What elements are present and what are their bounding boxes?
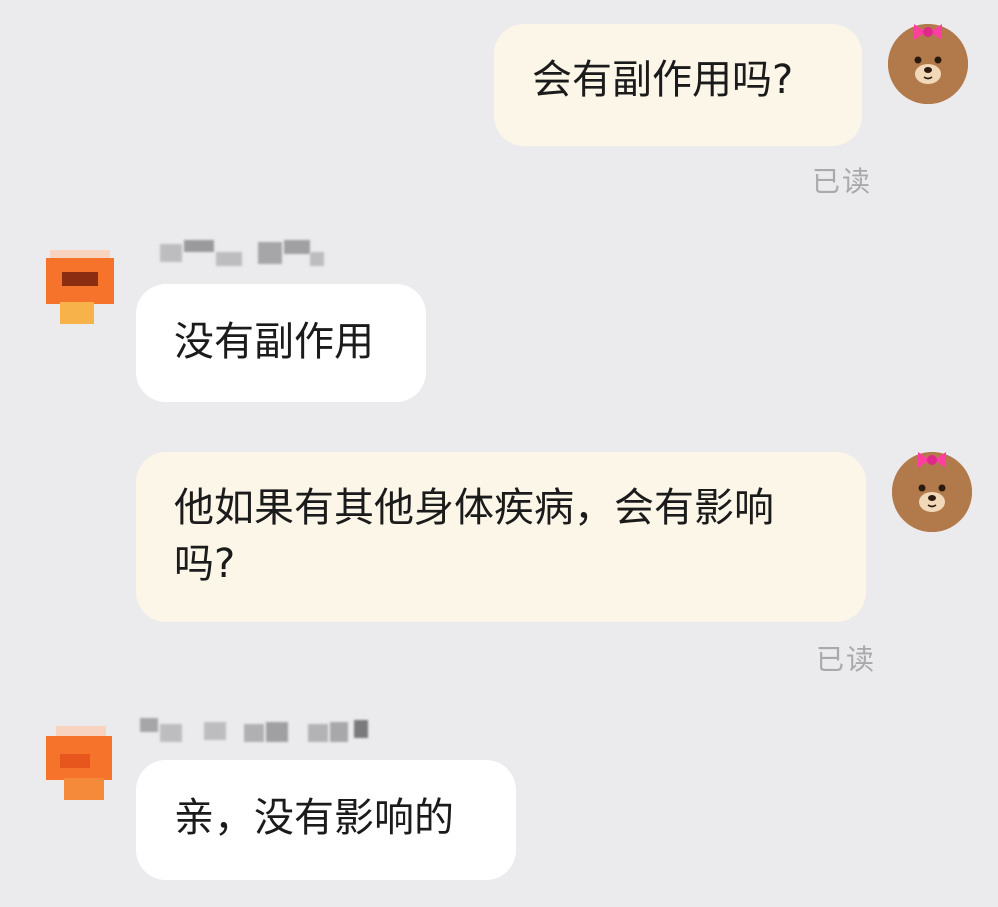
brown-bear-bow-icon xyxy=(888,24,968,104)
message-text: 亲，没有影响的 xyxy=(174,795,454,841)
incoming-message-bubble[interactable]: 没有副作用 xyxy=(136,284,426,402)
pixelated-shop-avatar xyxy=(46,726,116,802)
message-text: 会有副作用吗? xyxy=(532,57,794,103)
brown-bear-bow-icon xyxy=(892,452,972,532)
incoming-message-bubble[interactable]: 亲，没有影响的 xyxy=(136,760,516,880)
outgoing-message-bubble[interactable]: 会有副作用吗? xyxy=(494,24,862,146)
user-avatar[interactable] xyxy=(888,24,968,104)
contact-name-blurred xyxy=(140,714,380,744)
contact-name-blurred xyxy=(160,238,330,268)
read-receipt: 已读 xyxy=(816,643,877,676)
outgoing-message-bubble[interactable]: 他如果有其他身体疾病，会有影响 吗? xyxy=(136,452,866,622)
pixelated-shop-avatar xyxy=(44,250,114,326)
message-text-line-1: 他如果有其他身体疾病，会有影响 xyxy=(174,485,774,531)
user-avatar[interactable] xyxy=(892,452,972,532)
message-text-line-2: 吗? xyxy=(174,541,236,587)
read-receipt: 已读 xyxy=(812,165,873,198)
chat-thread: 会有副作用吗? 已读 没有副作用 他如果有其他身体疾病，会有影响 吗? 已读 亲… xyxy=(0,0,998,907)
contact-avatar[interactable] xyxy=(46,726,116,802)
message-text: 没有副作用 xyxy=(174,319,374,365)
contact-avatar[interactable] xyxy=(44,250,114,326)
